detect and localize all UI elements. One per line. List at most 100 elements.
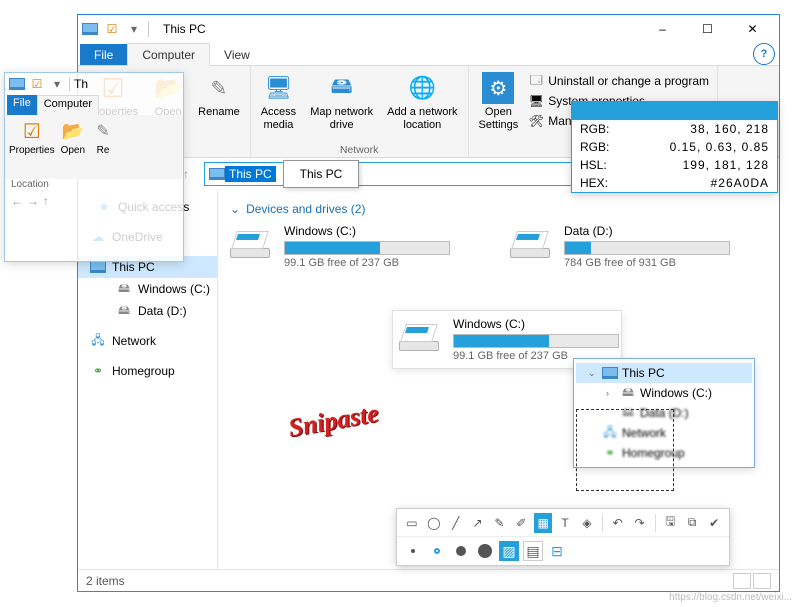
ribbon-uninstall-button[interactable]: 🗔 Uninstall or change a program — [526, 72, 711, 90]
tree-item-drive-c[interactable]: › 🖴 Windows (C:) — [576, 383, 752, 403]
view-large-button[interactable] — [753, 573, 771, 589]
tab-computer[interactable]: Computer — [127, 43, 210, 66]
pinned-tree-snippet[interactable]: ⌄ This PC › 🖴 Windows (C:) 🖴 Data (D:) 🖧… — [573, 358, 755, 468]
size-2-button[interactable] — [427, 541, 447, 561]
titlebar: ☑ ▾ This PC – ☐ ✕ — [78, 15, 779, 43]
section-heading-text: Devices and drives (2) — [246, 202, 365, 216]
nav-up-button: ↑ — [43, 194, 49, 208]
tool-eraser-button[interactable]: ◈ — [578, 513, 596, 533]
toolbar-separator — [602, 514, 603, 532]
confirm-button[interactable]: ✔ — [705, 513, 723, 533]
section-heading[interactable]: ⌄ Devices and drives (2) — [230, 202, 767, 216]
chevron-down-icon: ⌄ — [588, 368, 598, 379]
redo-button[interactable]: ↷ — [631, 513, 649, 533]
uninstall-icon: 🗔 — [528, 73, 544, 89]
blur-mode-button[interactable]: ▤ — [523, 541, 543, 561]
ribbon-label: Rename — [198, 106, 240, 119]
homegroup-icon: ⚭ — [90, 363, 106, 379]
ribbon-label: Access media — [261, 106, 296, 131]
tool-pencil-button[interactable]: ✎ — [491, 513, 509, 533]
nav-back-button: ← — [11, 194, 23, 208]
sidebar-label: This PC — [112, 260, 155, 274]
view-details-button[interactable] — [733, 573, 751, 589]
qat-properties-icon[interactable]: ☑ — [104, 21, 120, 37]
open-icon: 📂 — [61, 119, 85, 143]
breadcrumb-text[interactable]: This PC — [225, 166, 276, 182]
drive-icon — [510, 224, 554, 258]
sidebar-item-network[interactable]: 🖧 Network — [78, 330, 217, 352]
close-button[interactable]: ✕ — [730, 15, 775, 43]
drive-item-c[interactable]: Windows (C:) 99.1 GB free of 237 GB — [230, 224, 450, 269]
watermark: https://blog.csdn.net/weixi... — [669, 592, 792, 603]
sidebar-label: Data (D:) — [138, 304, 187, 318]
tab-file[interactable]: File — [80, 44, 127, 65]
tool-line-button[interactable]: ╱ — [447, 513, 465, 533]
save-button[interactable]: 🖫 — [661, 513, 679, 533]
ribbon-rename-button[interactable]: ✎ Rename — [194, 70, 244, 144]
help-button[interactable]: ? — [753, 43, 775, 65]
properties-icon: ☑ — [20, 119, 44, 143]
tool-text-button[interactable]: T — [556, 513, 574, 533]
drive-icon: 🖴 — [116, 281, 132, 297]
sidebar-label: Homegroup — [112, 364, 175, 378]
qat-dropdown-icon: ▾ — [49, 76, 65, 92]
drive-name: Windows (C:) — [453, 317, 619, 331]
size-4-button[interactable] — [475, 541, 495, 561]
app-icon — [82, 21, 98, 37]
size-1-button[interactable] — [403, 541, 423, 561]
ribbon-group-label: Location — [5, 179, 183, 190]
pinned-explorer-snippet[interactable]: ☑ ▾ Th File Computer ☑ Properties 📂 Open… — [4, 72, 184, 262]
sidebar-item-drive-d[interactable]: 🖴 Data (D:) — [78, 300, 217, 322]
manage-icon: 🛠 — [528, 113, 544, 129]
ribbon-label: Add a network location — [387, 106, 457, 131]
titlebar-divider — [148, 21, 149, 37]
drive-icon — [230, 224, 274, 258]
network-icon: 🖧 — [90, 333, 106, 349]
sidebar-label: Windows (C:) — [138, 282, 210, 296]
tool-arrow-button[interactable]: ↗ — [469, 513, 487, 533]
size-3-button[interactable] — [451, 541, 471, 561]
color-value: 0.15, 0.63, 0.85 — [620, 140, 769, 154]
minimize-button[interactable]: – — [640, 15, 685, 43]
drive-usage-bar — [284, 241, 450, 255]
drive-item-d[interactable]: Data (D:) 784 GB free of 931 GB — [510, 224, 730, 269]
mosaic-mode-button[interactable]: ▨ — [499, 541, 519, 561]
sysprops-icon: 🖥 — [528, 93, 544, 109]
toolbar-separator — [655, 514, 656, 532]
ribbon-open-settings-button[interactable]: ⚙ Open Settings — [475, 70, 523, 156]
copy-button[interactable]: ⧉ — [683, 513, 701, 533]
stroke-toggle-button[interactable]: ⊟ — [547, 541, 567, 561]
ribbon-access-media-button[interactable]: 🖥 Access media — [257, 70, 300, 144]
ribbon-add-location-button[interactable]: 🌐 Add a network location — [383, 70, 461, 144]
selection-handles[interactable] — [576, 409, 674, 491]
ribbon-map-drive-button[interactable]: 🖴 Map network drive — [306, 70, 377, 144]
ribbon-label: Map network drive — [310, 106, 373, 131]
tab-view[interactable]: View — [210, 44, 264, 65]
tool-ellipse-button[interactable]: ◯ — [425, 513, 443, 533]
undo-button[interactable]: ↶ — [609, 513, 627, 533]
drive-sub: 99.1 GB free of 237 GB — [284, 257, 450, 269]
maximize-button[interactable]: ☐ — [685, 15, 730, 43]
tool-rectangle-button[interactable]: ▭ — [403, 513, 421, 533]
drive-sub: 784 GB free of 931 GB — [564, 257, 730, 269]
settings-icon: ⚙ — [482, 72, 514, 104]
drive-icon: 🖴 — [116, 303, 132, 319]
qat-dropdown-icon[interactable]: ▾ — [126, 21, 142, 37]
ribbon-rename-button: ✎ Re — [91, 119, 115, 175]
tab-computer: Computer — [37, 95, 99, 115]
ribbon-label: Open — [61, 145, 85, 157]
tree-label: This PC — [622, 366, 665, 380]
statusbar-text: 2 items — [86, 574, 125, 588]
tool-mosaic-button[interactable]: ▦ — [534, 513, 552, 533]
ribbon-label: Uninstall or change a program — [548, 74, 709, 88]
sidebar-item-drive-c[interactable]: 🖴 Windows (C:) — [78, 278, 217, 300]
tool-marker-button[interactable]: ✐ — [512, 513, 530, 533]
color-swatch — [572, 102, 777, 120]
monitor-icon — [602, 365, 618, 381]
tree-item-this-pc[interactable]: ⌄ This PC — [576, 363, 752, 383]
sidebar-item-homegroup[interactable]: ⚭ Homegroup — [78, 360, 217, 382]
drive-name: Windows (C:) — [284, 224, 450, 238]
window-title: Th — [74, 77, 88, 91]
color-label: HEX: — [580, 176, 620, 190]
color-label: RGB: — [580, 122, 620, 136]
